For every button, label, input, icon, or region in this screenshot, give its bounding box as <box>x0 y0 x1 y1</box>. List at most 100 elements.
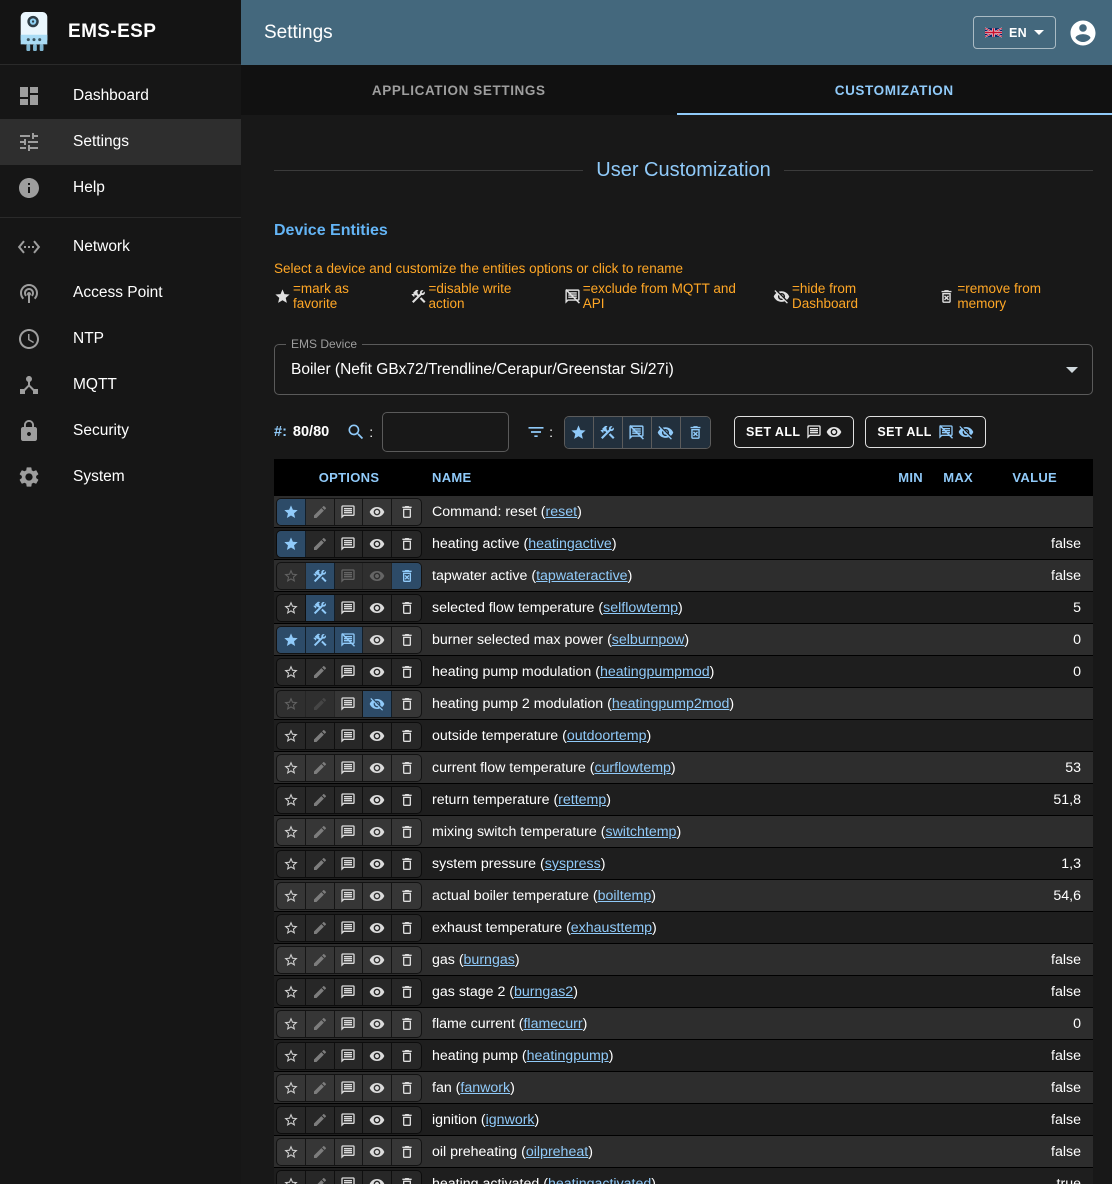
entity-name[interactable]: heating active (heatingactive) <box>424 536 871 552</box>
mqtt-toggle[interactable] <box>335 1011 364 1037</box>
entity-name[interactable]: heating activated (heatingactivated) <box>424 1176 871 1184</box>
entity-link[interactable]: outdoortemp <box>567 728 647 744</box>
visibility-toggle[interactable] <box>363 1139 392 1165</box>
edit-toggle[interactable] <box>306 787 335 813</box>
entity-link[interactable]: rettemp <box>558 792 606 808</box>
favorite-toggle[interactable] <box>277 1139 306 1165</box>
mqtt-toggle[interactable] <box>335 531 364 557</box>
entity-name[interactable]: ignition (ignwork) <box>424 1112 871 1128</box>
delete-toggle[interactable] <box>392 1171 421 1184</box>
entity-link[interactable]: heatingpump2mod <box>612 696 730 712</box>
delete-toggle[interactable] <box>392 595 421 621</box>
favorite-toggle[interactable] <box>277 723 306 749</box>
entity-link[interactable]: burngas <box>464 952 515 968</box>
favorite-toggle[interactable] <box>277 563 306 589</box>
delete-toggle[interactable] <box>392 1139 421 1165</box>
sidebar-item-access-point[interactable]: Access Point <box>0 270 241 316</box>
delete-toggle[interactable] <box>392 1043 421 1069</box>
set-all-button-show[interactable]: SET ALL <box>734 416 854 448</box>
edit-toggle[interactable] <box>306 883 335 909</box>
delete-toggle[interactable] <box>392 659 421 685</box>
mqtt-toggle[interactable] <box>335 1171 364 1184</box>
edit-toggle[interactable] <box>306 723 335 749</box>
favorite-toggle[interactable] <box>277 883 306 909</box>
entity-name[interactable]: flame current (flamecurr) <box>424 1016 871 1032</box>
mqtt-exclude-toggle[interactable] <box>335 627 364 653</box>
entity-link[interactable]: burngas2 <box>514 984 573 1000</box>
visibility-toggle[interactable] <box>363 851 392 877</box>
edit-toggle[interactable] <box>306 499 335 525</box>
favorite-toggle[interactable] <box>277 627 306 653</box>
delete-toggle[interactable] <box>392 787 421 813</box>
remove-memory-toggle[interactable] <box>392 563 421 589</box>
write-disabled-toggle[interactable] <box>306 563 335 589</box>
mqtt-toggle[interactable] <box>335 1139 364 1165</box>
entity-name[interactable]: actual boiler temperature (boiltemp) <box>424 888 871 904</box>
entity-link[interactable]: tapwateractive <box>536 568 627 584</box>
entity-name[interactable]: gas stage 2 (burngas2) <box>424 984 871 1000</box>
edit-toggle[interactable] <box>306 755 335 781</box>
favorite-toggle[interactable] <box>277 1043 306 1069</box>
delete-toggle[interactable] <box>392 819 421 845</box>
entity-name[interactable]: heating pump modulation (heatingpumpmod) <box>424 664 871 680</box>
favorite-toggle[interactable] <box>277 787 306 813</box>
edit-toggle[interactable] <box>306 979 335 1005</box>
visibility-toggle[interactable] <box>363 1171 392 1184</box>
visibility-toggle[interactable] <box>363 819 392 845</box>
delete-toggle[interactable] <box>392 915 421 941</box>
entity-name[interactable]: current flow temperature (curflowtemp) <box>424 760 871 776</box>
visibility-toggle[interactable] <box>363 563 392 589</box>
entity-name[interactable]: oil preheating (oilpreheat) <box>424 1144 871 1160</box>
edit-toggle[interactable] <box>306 819 335 845</box>
write-disabled-toggle[interactable] <box>306 595 335 621</box>
visibility-toggle[interactable] <box>363 1107 392 1133</box>
mqtt-toggle[interactable] <box>335 499 364 525</box>
visibility-toggle[interactable] <box>363 659 392 685</box>
entity-link[interactable]: heatingactivated <box>548 1176 651 1184</box>
sidebar-item-security[interactable]: Security <box>0 408 241 454</box>
filter-toggle-delete-forever[interactable] <box>681 417 710 448</box>
favorite-toggle[interactable] <box>277 1171 306 1184</box>
favorite-toggle[interactable] <box>277 851 306 877</box>
favorite-toggle[interactable] <box>277 915 306 941</box>
edit-toggle[interactable] <box>306 659 335 685</box>
sidebar-item-help[interactable]: Help <box>0 165 241 211</box>
entity-name[interactable]: gas (burngas) <box>424 952 871 968</box>
mqtt-toggle[interactable] <box>335 851 364 877</box>
entity-link[interactable]: exhausttemp <box>571 920 652 936</box>
entity-name[interactable]: exhaust temperature (exhausttemp) <box>424 920 871 936</box>
visibility-toggle[interactable] <box>363 723 392 749</box>
entity-link[interactable]: heatingactive <box>528 536 612 552</box>
mqtt-toggle[interactable] <box>335 563 364 589</box>
edit-toggle[interactable] <box>306 531 335 557</box>
favorite-toggle[interactable] <box>277 1107 306 1133</box>
sidebar-item-system[interactable]: System <box>0 454 241 500</box>
edit-toggle[interactable] <box>306 1107 335 1133</box>
hide-dashboard-toggle[interactable] <box>363 691 392 717</box>
entity-name[interactable]: system pressure (syspress) <box>424 856 871 872</box>
favorite-toggle[interactable] <box>277 979 306 1005</box>
ems-device-select[interactable]: EMS Device Boiler (Nefit GBx72/Trendline… <box>274 344 1093 395</box>
mqtt-toggle[interactable] <box>335 883 364 909</box>
delete-toggle[interactable] <box>392 1011 421 1037</box>
visibility-toggle[interactable] <box>363 787 392 813</box>
mqtt-toggle[interactable] <box>335 787 364 813</box>
edit-toggle[interactable] <box>306 947 335 973</box>
visibility-toggle[interactable] <box>363 755 392 781</box>
entity-link[interactable]: switchtemp <box>605 824 676 840</box>
favorite-toggle[interactable] <box>277 1011 306 1037</box>
tab-customization[interactable]: CUSTOMIZATION <box>677 65 1112 115</box>
entity-name[interactable]: outside temperature (outdoortemp) <box>424 728 871 744</box>
visibility-toggle[interactable] <box>363 1075 392 1101</box>
delete-toggle[interactable] <box>392 723 421 749</box>
entity-name[interactable]: fan (fanwork) <box>424 1080 871 1096</box>
edit-toggle[interactable] <box>306 691 335 717</box>
delete-toggle[interactable] <box>392 1107 421 1133</box>
mqtt-toggle[interactable] <box>335 659 364 685</box>
entity-name[interactable]: mixing switch temperature (switchtemp) <box>424 824 871 840</box>
entity-name[interactable]: selected flow temperature (selflowtemp) <box>424 600 871 616</box>
mqtt-toggle[interactable] <box>335 595 364 621</box>
mqtt-toggle[interactable] <box>335 979 364 1005</box>
entity-link[interactable]: curflowtemp <box>594 760 670 776</box>
visibility-toggle[interactable] <box>363 915 392 941</box>
